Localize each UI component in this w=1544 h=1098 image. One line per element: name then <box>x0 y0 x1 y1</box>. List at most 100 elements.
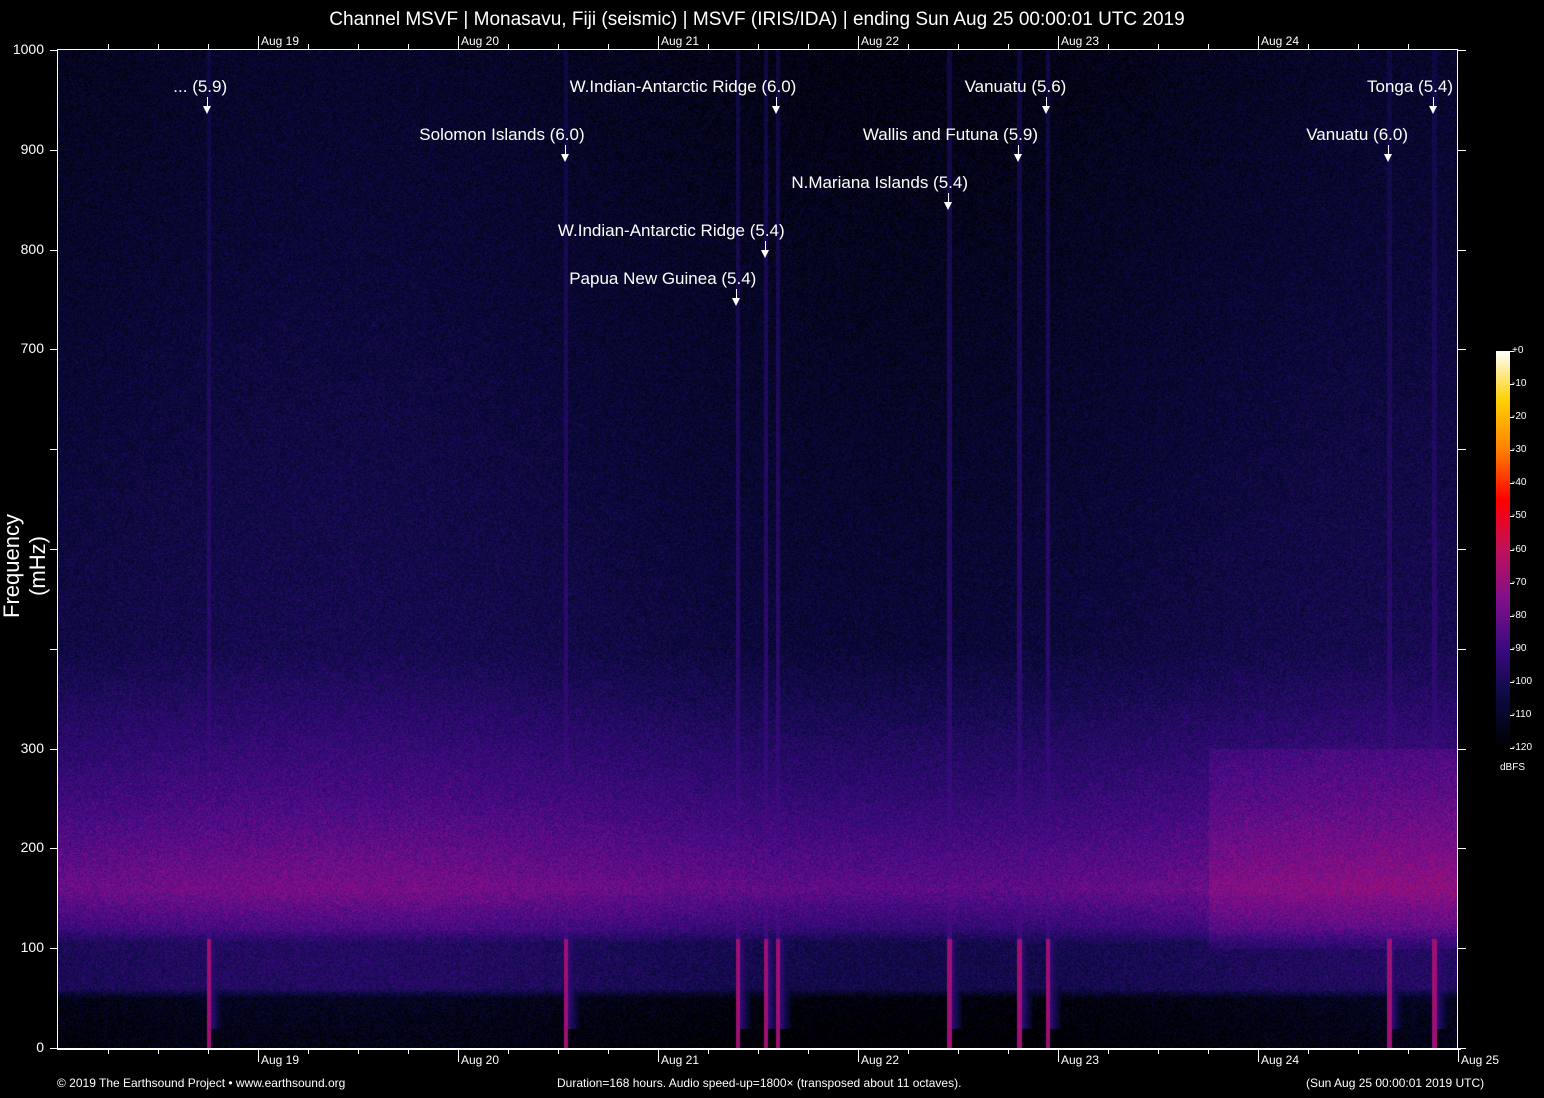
x-tick-top <box>1208 44 1209 50</box>
y-tick-right <box>1458 1048 1466 1049</box>
x-tick-top <box>958 44 959 50</box>
x-tick-bottom <box>1008 1048 1009 1054</box>
x-tick-label-top: Aug 19 <box>261 34 299 48</box>
x-tick-top <box>408 44 409 50</box>
x-tick-top <box>858 36 859 50</box>
x-tick-bottom <box>608 1048 609 1054</box>
y-tick-right <box>1458 150 1466 151</box>
event-arrow-icon <box>1014 154 1022 162</box>
event-arrow-icon <box>561 154 569 162</box>
y-tick-left <box>50 948 58 949</box>
event-arrow-icon <box>1429 106 1437 114</box>
x-axis-line <box>57 1048 1461 1050</box>
y-tick-right <box>1458 749 1466 750</box>
x-tick-label-bottom: Aug 23 <box>1061 1053 1099 1067</box>
colorbar-tick-label: -120 <box>1512 742 1532 753</box>
x-tick-label-bottom: Aug 20 <box>461 1053 499 1067</box>
x-tick-bottom <box>958 1048 959 1054</box>
x-tick-bottom <box>758 1048 759 1054</box>
y-tick-left <box>50 50 58 51</box>
y-tick-label: 1000 <box>0 41 44 57</box>
x-tick-top <box>258 36 259 50</box>
colorbar-tick-label: -40 <box>1512 477 1526 488</box>
x-tick-bottom <box>1058 1048 1059 1062</box>
x-tick-top <box>1358 44 1359 50</box>
x-tick-bottom <box>208 1048 209 1054</box>
x-tick-bottom <box>858 1048 859 1062</box>
x-tick-top <box>1308 44 1309 50</box>
y-tick-right <box>1458 848 1466 849</box>
y-tick-left <box>50 150 58 151</box>
y-tick-left <box>50 1048 58 1049</box>
x-tick-top <box>908 44 909 50</box>
y-tick-left <box>50 749 58 750</box>
x-tick-top <box>158 44 159 50</box>
x-tick-top <box>308 44 309 50</box>
x-tick-label-top: Aug 22 <box>861 34 899 48</box>
x-tick-bottom <box>158 1048 159 1054</box>
x-tick-top <box>558 44 559 50</box>
event-arrow-icon <box>772 106 780 114</box>
x-tick-bottom <box>1158 1048 1159 1054</box>
y-tick-right <box>1458 948 1466 949</box>
y-tick-left <box>50 349 58 350</box>
y-tick-right <box>1458 50 1466 51</box>
event-arrow-icon <box>203 106 211 114</box>
x-tick-bottom <box>1108 1048 1109 1054</box>
event-arrow-icon <box>1384 154 1392 162</box>
event-label: Vanuatu (5.6) <box>965 77 1067 97</box>
y-tick-right <box>1458 449 1466 450</box>
x-tick-label-top: Aug 20 <box>461 34 499 48</box>
x-tick-label-bottom: Aug 22 <box>861 1053 899 1067</box>
colorbar-tick-label: -100 <box>1512 676 1532 687</box>
event-label: ... (5.9) <box>173 77 227 97</box>
x-tick-label-top: Aug 24 <box>1261 34 1299 48</box>
y-tick-right <box>1458 649 1466 650</box>
x-tick-bottom <box>258 1048 259 1062</box>
x-tick-bottom <box>1258 1048 1259 1062</box>
y-tick-label: 0 <box>0 1039 44 1055</box>
colorbar-tick-label: -60 <box>1512 544 1526 555</box>
event-label: W.Indian-Antarctic Ridge (6.0) <box>570 77 797 97</box>
y-tick-left <box>50 848 58 849</box>
x-tick-top <box>1058 36 1059 50</box>
x-tick-label-bottom: Aug 21 <box>661 1053 699 1067</box>
y-axis-title: Frequency (mHz) <box>0 491 51 641</box>
x-tick-top <box>608 44 609 50</box>
colorbar-tick-label: -90 <box>1512 643 1526 654</box>
event-label: Vanuatu (6.0) <box>1306 125 1408 145</box>
y-tick-label: 100 <box>0 939 44 955</box>
plot-frame <box>57 49 1458 1048</box>
x-tick-bottom <box>1408 1048 1409 1054</box>
x-tick-top <box>758 44 759 50</box>
event-arrow-icon <box>732 298 740 306</box>
event-label: N.Mariana Islands (5.4) <box>791 173 968 193</box>
y-tick-right <box>1458 250 1466 251</box>
x-tick-top <box>1408 44 1409 50</box>
x-tick-bottom <box>908 1048 909 1054</box>
x-tick-label-bottom: Aug 25 <box>1461 1053 1499 1067</box>
x-tick-top <box>508 44 509 50</box>
x-tick-top <box>808 44 809 50</box>
x-tick-top <box>708 44 709 50</box>
event-arrow-icon <box>761 250 769 258</box>
x-tick-bottom <box>1308 1048 1309 1054</box>
y-tick-right <box>1458 349 1466 350</box>
event-arrow-icon <box>944 202 952 210</box>
x-tick-bottom <box>1458 1048 1459 1062</box>
colorbar-tick-label: +0 <box>1512 345 1523 356</box>
x-tick-label-top: Aug 21 <box>661 34 699 48</box>
x-tick-label-bottom: Aug 24 <box>1261 1053 1299 1067</box>
colorbar-tick-label: -80 <box>1512 610 1526 621</box>
y-tick-label: 300 <box>0 740 44 756</box>
event-label: W.Indian-Antarctic Ridge (5.4) <box>558 221 785 241</box>
x-tick-bottom <box>708 1048 709 1054</box>
x-tick-top <box>1008 44 1009 50</box>
x-tick-label-bottom: Aug 19 <box>261 1053 299 1067</box>
event-label: Tonga (5.4) <box>1367 77 1453 97</box>
x-tick-top <box>658 36 659 50</box>
y-tick-label: 800 <box>0 241 44 257</box>
y-tick-label: 200 <box>0 839 44 855</box>
x-tick-bottom <box>808 1048 809 1054</box>
x-tick-bottom <box>458 1048 459 1062</box>
